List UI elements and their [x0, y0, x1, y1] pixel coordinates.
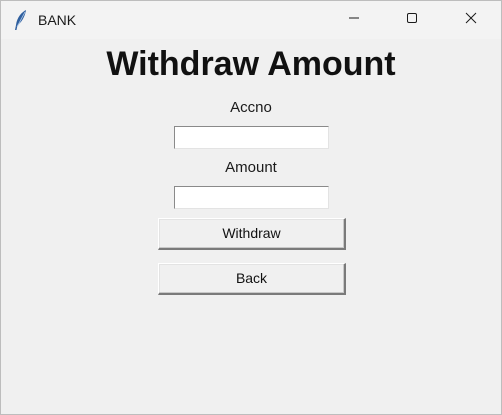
app-window: BANK Withdraw Amount Accno Amount Withdr… — [0, 0, 502, 415]
minimize-icon — [348, 11, 360, 29]
feather-icon — [13, 9, 29, 31]
maximize-button[interactable] — [389, 1, 435, 39]
withdraw-button[interactable]: Withdraw — [158, 218, 346, 250]
minimize-button[interactable] — [331, 1, 377, 39]
page-title: Withdraw Amount — [106, 45, 396, 83]
close-button[interactable] — [448, 1, 494, 39]
close-icon — [465, 11, 477, 29]
amount-label: Amount — [225, 159, 277, 176]
accno-label: Accno — [230, 99, 272, 116]
window-title: BANK — [38, 12, 77, 28]
amount-field[interactable] — [174, 186, 329, 209]
back-button[interactable]: Back — [158, 263, 346, 295]
title-bar[interactable]: BANK — [1, 1, 501, 39]
maximize-icon — [406, 11, 418, 29]
accno-field[interactable] — [174, 126, 329, 149]
